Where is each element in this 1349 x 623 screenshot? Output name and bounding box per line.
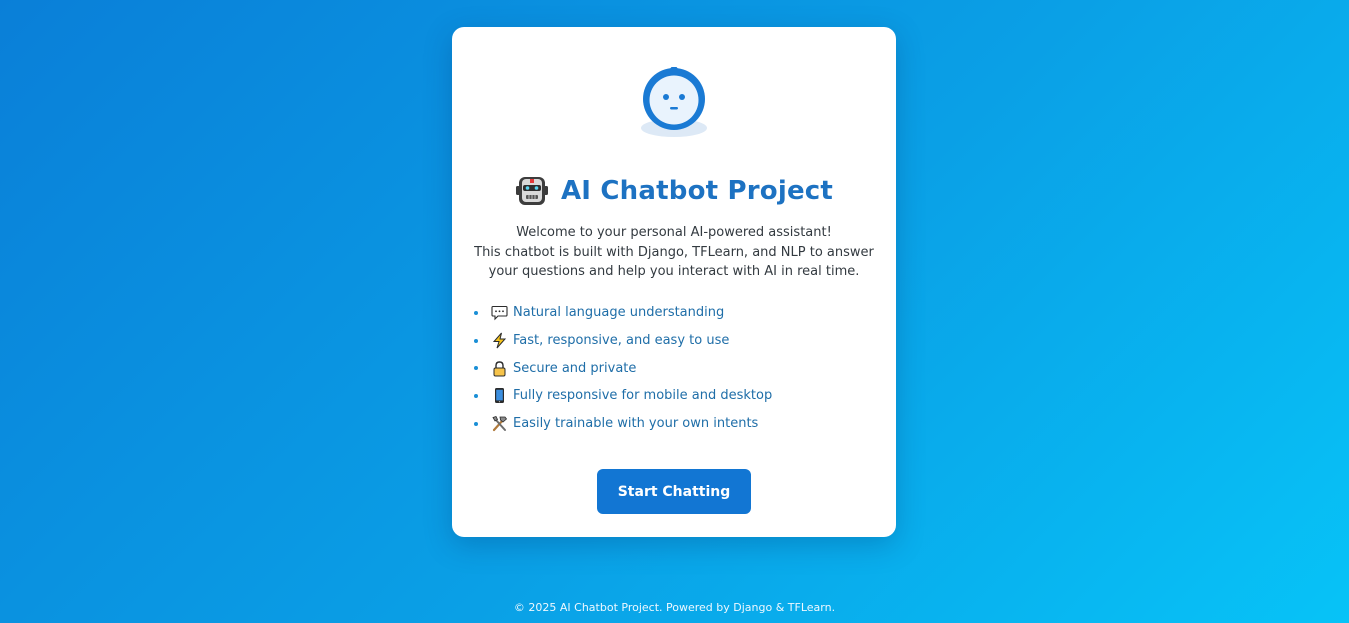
welcome-card: AI Chatbot Project Welcome to your perso… [452, 27, 896, 537]
start-chatting-button[interactable]: Start Chatting [597, 469, 751, 514]
footer-copyright: © 2025 AI Chatbot Project. Powered by Dj… [513, 601, 836, 614]
feature-item: Natural language understanding [474, 299, 874, 327]
bullet-icon [474, 310, 478, 315]
tools-icon [491, 415, 508, 432]
intro-line: This chatbot is built with Django, TFLea… [474, 244, 874, 260]
feature-label: Secure and private [513, 360, 637, 376]
feature-item: Fully responsive for mobile and desktop [474, 382, 874, 410]
feature-label: Fully responsive for mobile and desktop [513, 388, 773, 404]
page-title: AI Chatbot Project [452, 171, 896, 211]
feature-item: Secure and private [474, 354, 874, 382]
intro-line: Welcome to your personal AI-powered assi… [516, 225, 832, 240]
mobile-phone-icon [491, 387, 508, 404]
bullet-icon [474, 366, 478, 371]
feature-label: Fast, responsive, and easy to use [513, 333, 730, 349]
intro-description: Welcome to your personal AI-powered assi… [472, 223, 876, 282]
bullet-icon [474, 393, 478, 398]
intro-line: your questions and help you interact wit… [488, 264, 860, 279]
feature-label: Easily trainable with your own intents [513, 416, 759, 432]
feature-label: Natural language understanding [513, 305, 725, 321]
app-title: AI Chatbot Project [560, 176, 834, 206]
lock-icon [491, 360, 508, 377]
bullet-icon [474, 421, 478, 426]
feature-item: Fast, responsive, and easy to use [474, 327, 874, 355]
speech-bubble-icon [491, 304, 508, 321]
lightning-icon [491, 332, 508, 349]
robot-face-icon [640, 67, 708, 139]
robot-emoji-icon [515, 174, 549, 208]
feature-item: Easily trainable with your own intents [474, 410, 874, 438]
feature-list: Natural language understanding Fast, res… [474, 299, 874, 437]
bullet-icon [474, 338, 478, 343]
